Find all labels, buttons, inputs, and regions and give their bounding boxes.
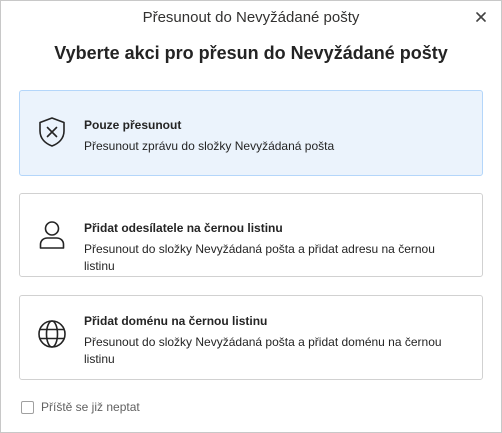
- option-block-sender[interactable]: Přidat odesílatele na černou listinu Pře…: [19, 193, 483, 277]
- dont-ask-again-checkbox-row[interactable]: Příště se již neptat: [21, 400, 140, 414]
- option-move-only-icon-wrap: [34, 114, 70, 150]
- option-block-sender-icon-wrap: [34, 217, 70, 253]
- dialog-heading: Vyberte akci pro přesun do Nevyžádané po…: [54, 43, 448, 63]
- option-move-only[interactable]: Pouze přesunout Přesunout zprávu do slož…: [19, 90, 483, 176]
- dont-ask-again-checkbox[interactable]: [21, 400, 34, 414]
- option-description: Přesunout zprávu do složky Nevyžádaná po…: [84, 139, 335, 153]
- move-to-junk-dialog: Přesunout do Nevyžádané pošty Vyberte ak…: [0, 0, 502, 433]
- globe-icon: [38, 320, 66, 348]
- close-icon: [476, 12, 486, 22]
- shield-x-icon: [39, 117, 65, 147]
- option-description: Přesunout do složky Nevyžádaná pošta a p…: [84, 242, 435, 273]
- close-button[interactable]: [469, 6, 493, 28]
- person-icon: [39, 221, 65, 249]
- option-description: Přesunout do složky Nevyžádaná pošta a p…: [84, 335, 442, 366]
- dialog-title: Přesunout do Nevyžádané pošty: [142, 9, 360, 26]
- option-title: Pouze přesunout: [84, 118, 182, 132]
- option-block-domain[interactable]: Přidat doménu na černou listinu Přesunou…: [19, 295, 483, 380]
- option-block-domain-icon-wrap: [34, 316, 70, 352]
- option-title: Přidat odesílatele na černou listinu: [84, 221, 283, 235]
- dont-ask-again-label: Příště se již neptat: [41, 400, 140, 414]
- title-bar: Přesunout do Nevyžádané pošty: [1, 1, 501, 35]
- option-title: Přidat doménu na černou listinu: [84, 314, 268, 328]
